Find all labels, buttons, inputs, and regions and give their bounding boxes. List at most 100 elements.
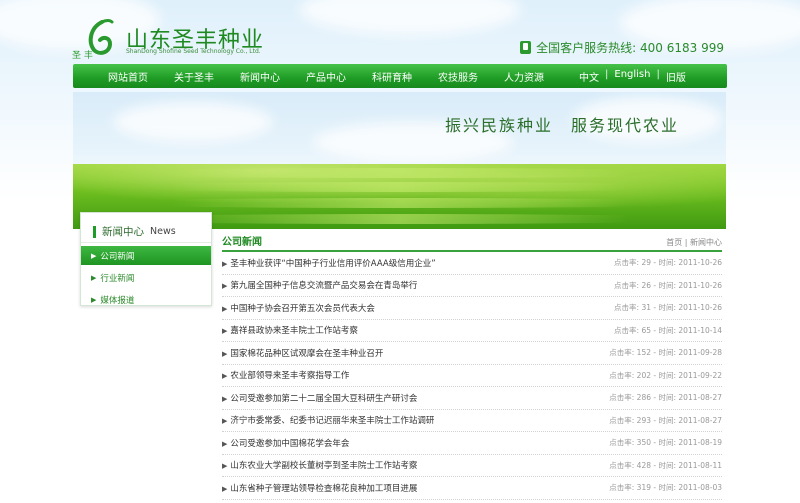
news-title-link[interactable]: ▶ 第九届全国种子信息交流暨产品交易会在青岛举行: [222, 279, 417, 291]
time-label: 时间:: [658, 348, 677, 358]
arrow-right-icon: ▶: [222, 462, 228, 471]
news-meta: 点击率: 319 - 时间: 2011-08-03: [609, 483, 722, 493]
news-row: ▶ 济宁市委常委、纪委书记迟丽华来圣丰院士工作站调研 点击率: 293 - 时间: …: [222, 410, 722, 432]
lang-chinese-link[interactable]: 中文: [579, 69, 599, 84]
clicks-label: 点击率:: [609, 393, 635, 403]
arrow-right-icon: ▶: [222, 394, 228, 403]
arrow-right-icon: ▶: [222, 327, 228, 336]
news-row: ▶ 山东农业大学副校长董树亭到圣丰院士工作站考察 点击率: 428 - 时间: 20…: [222, 455, 722, 477]
news-title-link[interactable]: ▶ 圣丰种业获评“中国种子行业信用评价AAA级信用企业”: [222, 257, 436, 269]
banner-cloud: [113, 102, 273, 142]
news-title-text: 济宁市委常委、纪委书记迟丽华来圣丰院士工作站调研: [230, 416, 435, 427]
news-list: ▶ 圣丰种业获评“中国种子行业信用评价AAA级信用企业” 点击率: 29 - 时间:…: [222, 252, 722, 500]
clicks-value: 293: [636, 415, 651, 425]
nav-item-agri-service[interactable]: 农技服务: [425, 69, 491, 84]
news-date: 2011-08-27: [678, 415, 722, 425]
news-row: ▶ 圣丰种业获评“中国种子行业信用评价AAA级信用企业” 点击率: 29 - 时间:…: [222, 252, 722, 275]
news-title-link[interactable]: ▶ 山东农业大学副校长董树亭到圣丰院士工作站考察: [222, 459, 417, 471]
news-meta: 点击率: 152 - 时间: 2011-09-28: [609, 348, 722, 358]
time-label: 时间:: [658, 438, 677, 448]
hotline-text: 全国客户服务热线: 400 6183 999: [536, 41, 724, 55]
sidebar-item-label: 媒体报道: [100, 295, 135, 306]
news-title-link[interactable]: ▶ 公司受邀参加中国棉花学会年会: [222, 437, 349, 449]
sidebar-item-label: 公司新闻: [100, 251, 135, 262]
arrow-right-icon: ▶: [91, 295, 97, 304]
content-header: 公司新闻 首页 | 新闻中心: [222, 236, 722, 252]
clicks-label: 点击率:: [609, 370, 635, 380]
clicks-value: 202: [636, 370, 651, 380]
news-title-link[interactable]: ▶ 农业部领导来圣丰考察指导工作: [222, 369, 349, 381]
news-title-text: 圣丰种业获评“中国种子行业信用评价AAA级信用企业”: [230, 258, 436, 269]
nav-item-home[interactable]: 网站首页: [95, 69, 161, 84]
hero-banner: 振兴民族种业 服务现代农业: [73, 92, 726, 229]
news-row: ▶ 中国种子协会召开第五次会员代表大会 点击率: 31 - 时间: 2011-10-…: [222, 297, 722, 320]
nav-item-news[interactable]: 新闻中心: [227, 69, 293, 84]
sidebar-item-media[interactable]: ▶ 媒体报道: [81, 290, 211, 309]
phone-icon: [520, 41, 532, 54]
sidebar-item-company-news[interactable]: ▶ 公司新闻: [81, 246, 211, 265]
news-title-link[interactable]: ▶ 山东省种子管理站领导检查棉花良种加工项目进展: [222, 482, 417, 494]
news-date: 2011-08-03: [678, 483, 722, 493]
news-title-link[interactable]: ▶ 公司受邀参加第二十二届全国大豆科研生产研讨会: [222, 392, 417, 404]
sidebar-header: 新闻中心 News: [81, 213, 211, 243]
arrow-right-icon: ▶: [222, 259, 228, 268]
news-meta: 点击率: 29 - 时间: 2011-10-26: [614, 258, 722, 268]
time-label: 时间:: [658, 460, 677, 470]
nav-item-research[interactable]: 科研育种: [359, 69, 425, 84]
nav-item-products[interactable]: 产品中心: [293, 69, 359, 84]
breadcrumb[interactable]: 首页 | 新闻中心: [666, 237, 722, 248]
arrow-right-icon: ▶: [222, 282, 228, 291]
arrow-right-icon: ▶: [222, 484, 228, 493]
news-title-link[interactable]: ▶ 国家棉花品种区试观摩会在圣丰种业召开: [222, 347, 383, 359]
time-label: 时间:: [658, 325, 677, 335]
banner-slogan: 振兴民族种业 服务现代农业: [445, 116, 680, 135]
language-switcher: 中文 | English | 旧版: [579, 69, 686, 84]
news-date: 2011-08-11: [678, 460, 722, 470]
news-row: ▶ 第九届全国种子信息交流暨产品交易会在青岛举行 点击率: 26 - 时间: 201…: [222, 275, 722, 297]
news-title-text: 国家棉花品种区试观摩会在圣丰种业召开: [230, 348, 384, 359]
clicks-value: 29: [641, 258, 651, 268]
lang-separator: |: [605, 68, 609, 80]
arrow-right-icon: ▶: [222, 417, 228, 426]
news-title-text: 公司受邀参加中国棉花学会年会: [230, 438, 350, 449]
clicks-value: 428: [636, 460, 651, 470]
time-label: 时间:: [658, 258, 677, 268]
news-row: ▶ 公司受邀参加中国棉花学会年会 点击率: 350 - 时间: 2011-08-19: [222, 432, 722, 455]
clicks-value: 31: [641, 303, 651, 313]
cloud-decoration: [300, 0, 520, 35]
news-date: 2011-10-26: [678, 258, 722, 268]
content-title: 公司新闻: [222, 237, 262, 248]
sidebar-title: 新闻中心: [102, 226, 144, 238]
news-meta: 点击率: 31 - 时间: 2011-10-26: [614, 303, 722, 313]
clicks-label: 点击率:: [609, 483, 635, 493]
clicks-label: 点击率:: [614, 258, 640, 268]
news-title-text: 山东农业大学副校长董树亭到圣丰院士工作站考察: [230, 461, 418, 472]
news-title-link[interactable]: ▶ 嘉祥县政协来圣丰院士工作站考察: [222, 324, 358, 336]
news-content: 公司新闻 首页 | 新闻中心 ▶ 圣丰种业获评“中国种子行业信用评价AAA级信用企…: [222, 236, 722, 500]
news-row: ▶ 公司受邀参加第二十二届全国大豆科研生产研讨会 点击率: 286 - 时间: 20…: [222, 387, 722, 410]
time-label: 时间:: [658, 280, 677, 290]
clicks-label: 点击率:: [614, 325, 640, 335]
clicks-value: 65: [641, 325, 651, 335]
news-meta: 点击率: 293 - 时间: 2011-08-27: [609, 415, 722, 425]
site-logo[interactable]: 圣 丰 山东圣丰种业 ShanDong Shofine Seed Technol…: [72, 18, 272, 60]
sidebar-item-label: 行业新闻: [100, 273, 135, 284]
arrow-right-icon: ▶: [91, 273, 97, 282]
news-title-text: 第九届全国种子信息交流暨产品交易会在青岛举行: [230, 281, 418, 292]
news-title-text: 嘉祥县政协来圣丰院士工作站考察: [230, 326, 358, 337]
lang-english-link[interactable]: English: [614, 69, 650, 84]
lang-old-version-link[interactable]: 旧版: [666, 69, 686, 84]
nav-item-about[interactable]: 关于圣丰: [161, 69, 227, 84]
news-title-link[interactable]: ▶ 中国种子协会召开第五次会员代表大会: [222, 302, 375, 314]
news-date: 2011-08-27: [678, 393, 722, 403]
news-date: 2011-10-14: [678, 325, 722, 335]
news-title-text: 山东省种子管理站领导检查棉花良种加工项目进展: [230, 483, 418, 494]
clicks-label: 点击率:: [609, 348, 635, 358]
news-row: ▶ 嘉祥县政协来圣丰院士工作站考察 点击率: 65 - 时间: 2011-10-14: [222, 320, 722, 342]
sidebar-item-industry-news[interactable]: ▶ 行业新闻: [81, 268, 211, 287]
sidebar-title-en: News: [150, 226, 176, 237]
news-title-link[interactable]: ▶ 济宁市委常委、纪委书记迟丽华来圣丰院士工作站调研: [222, 414, 434, 426]
clicks-value: 350: [636, 438, 651, 448]
nav-item-hr[interactable]: 人力资源: [491, 69, 557, 84]
news-date: 2011-10-26: [678, 303, 722, 313]
